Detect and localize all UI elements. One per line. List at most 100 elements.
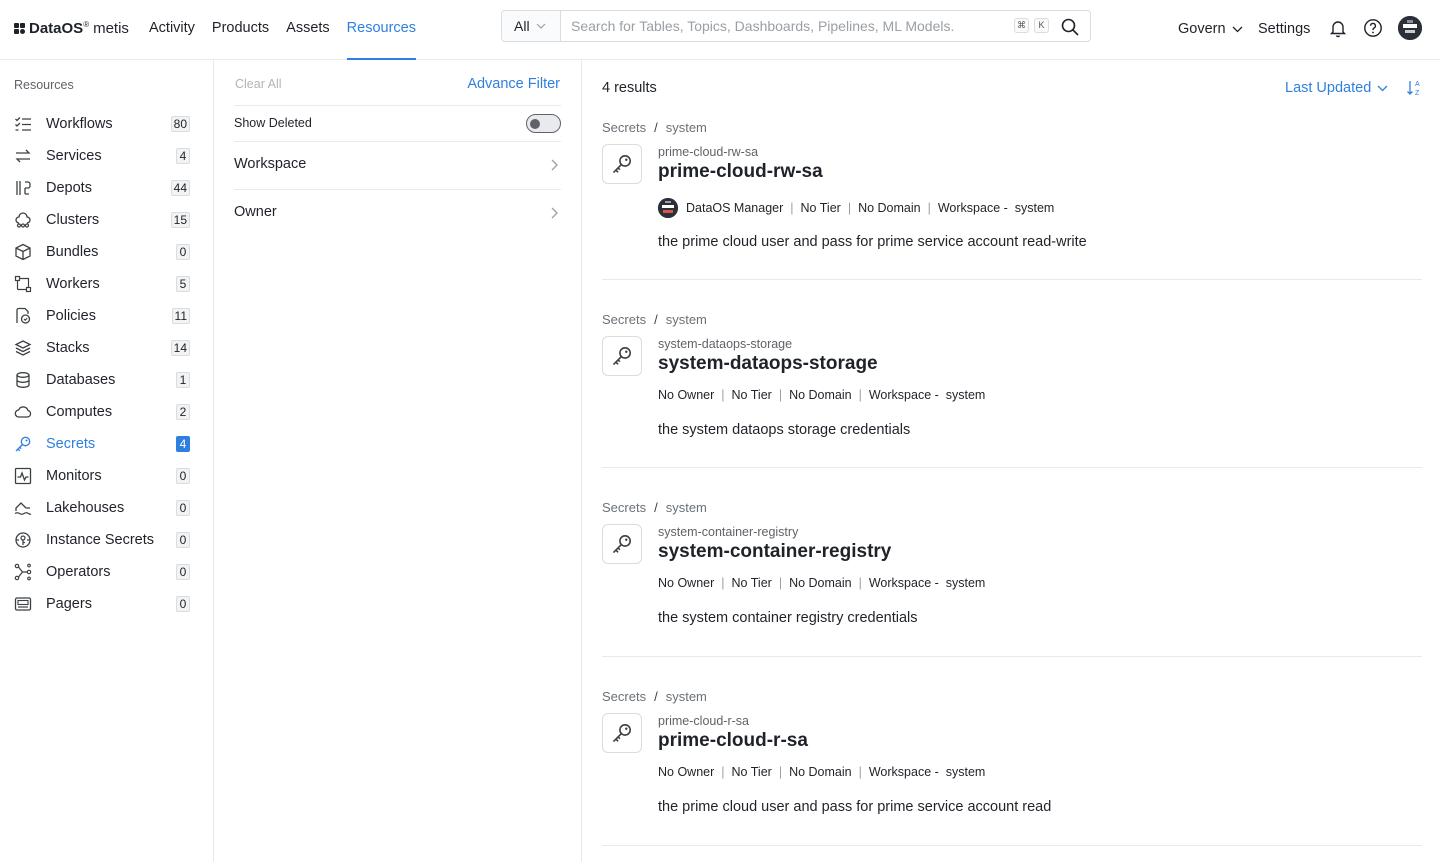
breadcrumb-workspace[interactable]: system: [666, 500, 707, 515]
app-logo[interactable]: DataOS ® metis: [14, 18, 129, 38]
domain-label: No Domain: [789, 576, 852, 590]
resource-name-link[interactable]: system-container-registry: [658, 541, 891, 563]
depot-icon: [16, 181, 31, 195]
nav-activity[interactable]: Activity: [149, 0, 195, 60]
sidebar-item-stacks[interactable]: Stacks 14: [14, 336, 190, 360]
bundle-icon: [15, 243, 31, 261]
settings-link[interactable]: Settings: [1258, 0, 1310, 58]
product-name: metis: [93, 19, 129, 37]
sidebar-item-databases[interactable]: Databases 1: [14, 368, 190, 392]
breadcrumb: Secrets / system: [602, 312, 707, 327]
divider: [234, 189, 561, 190]
sidebar-item-label: Depots: [46, 180, 92, 196]
nav-assets[interactable]: Assets: [286, 0, 330, 60]
breadcrumb: Secrets / system: [602, 689, 707, 704]
count-badge: 14: [170, 340, 190, 356]
resource-meta: No Owner | No Tier | No Domain | Workspace …: [658, 576, 986, 590]
sidebar-item-operators[interactable]: Operators 0: [14, 560, 190, 584]
search-icon[interactable]: [1060, 17, 1080, 37]
resource-name-link[interactable]: system-dataops-storage: [658, 353, 878, 375]
breadcrumb-type[interactable]: Secrets: [602, 500, 646, 515]
tier-label: No Tier: [800, 201, 841, 215]
filter-owner[interactable]: Owner: [234, 204, 561, 224]
sort-direction-icon[interactable]: AZ: [1406, 79, 1422, 97]
operator-icon: [14, 563, 32, 581]
show-deleted-toggle[interactable]: [526, 114, 561, 133]
resource-description: the system container registry credential…: [658, 610, 918, 626]
sidebar-item-policies[interactable]: Policies 11: [14, 304, 190, 328]
svg-text:A: A: [1415, 81, 1420, 88]
database-icon: [16, 372, 30, 388]
sidebar-item-label: Workflows: [46, 116, 113, 132]
breadcrumb-type[interactable]: Secrets: [602, 120, 646, 135]
workspace-value: system: [945, 765, 986, 779]
breadcrumb: Secrets / system: [602, 120, 707, 135]
sidebar-item-monitors[interactable]: Monitors 0: [14, 464, 190, 488]
sidebar-item-instance-secrets[interactable]: Instance Secrets 0: [14, 528, 190, 552]
breadcrumb: Secrets / system: [602, 500, 707, 515]
results-count: 4 results: [602, 80, 657, 96]
resource-name-link[interactable]: prime-cloud-rw-sa: [658, 161, 823, 183]
breadcrumb-type[interactable]: Secrets: [602, 689, 646, 704]
sidebar-item-label: Computes: [46, 404, 113, 420]
sidebar-item-label: Monitors: [46, 468, 102, 484]
sort-dropdown[interactable]: Last Updated: [1285, 80, 1388, 96]
count-badge: 0: [176, 468, 190, 484]
chevron-down-icon: [1232, 26, 1243, 32]
worker-icon: [14, 275, 32, 293]
sidebar-item-label: Instance Secrets: [46, 532, 154, 548]
resource-meta: No Owner | No Tier | No Domain | Workspace …: [658, 388, 986, 402]
search-input[interactable]: [571, 12, 1011, 40]
sidebar-item-bundles[interactable]: Bundles 0: [14, 240, 190, 264]
user-avatar[interactable]: [1398, 16, 1422, 40]
divider: [234, 141, 561, 142]
workspace-label: Workspace -: [868, 388, 939, 402]
resource-type-icon: [602, 713, 642, 753]
owner-name[interactable]: DataOS Manager: [686, 201, 783, 215]
policy-icon: [16, 307, 31, 324]
filter-label: Workspace: [234, 156, 307, 172]
nav-resources[interactable]: Resources: [346, 0, 417, 60]
sidebar-item-clusters[interactable]: Clusters 15: [14, 208, 190, 232]
resource-meta: No Owner | No Tier | No Domain | Workspace …: [658, 765, 986, 779]
nav-products[interactable]: Products: [212, 0, 269, 60]
count-badge: 0: [176, 500, 190, 516]
sidebar-item-depots[interactable]: Depots 44: [14, 176, 190, 200]
breadcrumb-workspace[interactable]: system: [666, 120, 707, 135]
breadcrumb-workspace[interactable]: system: [666, 312, 707, 327]
breadcrumb-type[interactable]: Secrets: [602, 312, 646, 327]
monitor-icon: [14, 467, 32, 485]
resource-fqn: prime-cloud-r-sa: [658, 714, 749, 728]
lakehouse-icon: [14, 502, 32, 515]
help-icon[interactable]: [1363, 18, 1383, 38]
search-scope-select[interactable]: All: [502, 11, 561, 41]
sidebar-item-services[interactable]: Services 4: [14, 144, 190, 168]
tier-label: No Tier: [731, 765, 772, 779]
sidebar-item-lakehouses[interactable]: Lakehouses 0: [14, 496, 190, 520]
sidebar-item-workers[interactable]: Workers 5: [14, 272, 190, 296]
sidebar-item-pagers[interactable]: Pagers 0: [14, 592, 190, 616]
divider: [234, 105, 561, 106]
workspace-value: system: [945, 576, 986, 590]
resource-type-icon: [602, 144, 642, 184]
sidebar-item-workflows[interactable]: Workflows 80: [14, 112, 190, 136]
bell-icon[interactable]: [1328, 18, 1348, 38]
chevron-right-icon: [551, 159, 558, 171]
shortcut-key-cmd: ⌘: [1014, 18, 1029, 33]
services-icon: [15, 149, 31, 163]
sidebar-item-label: Operators: [46, 564, 111, 580]
sidebar-item-computes[interactable]: Computes 2: [14, 400, 190, 424]
filter-workspace[interactable]: Workspace: [234, 156, 561, 176]
sidebar-item-secrets[interactable]: Secrets 4: [14, 432, 190, 456]
breadcrumb-workspace[interactable]: system: [666, 689, 707, 704]
clear-all-button[interactable]: Clear All: [235, 77, 282, 91]
count-badge: 0: [176, 564, 190, 580]
advance-filter-button[interactable]: Advance Filter: [467, 76, 560, 92]
count-badge: 5: [176, 276, 190, 292]
govern-menu[interactable]: Govern: [1178, 0, 1243, 58]
resource-description: the prime cloud user and pass for prime …: [658, 234, 1087, 250]
chevron-down-icon: [536, 23, 545, 29]
key-icon: [612, 724, 631, 743]
resource-fqn: prime-cloud-rw-sa: [658, 145, 759, 159]
resource-name-link[interactable]: prime-cloud-r-sa: [658, 730, 808, 752]
